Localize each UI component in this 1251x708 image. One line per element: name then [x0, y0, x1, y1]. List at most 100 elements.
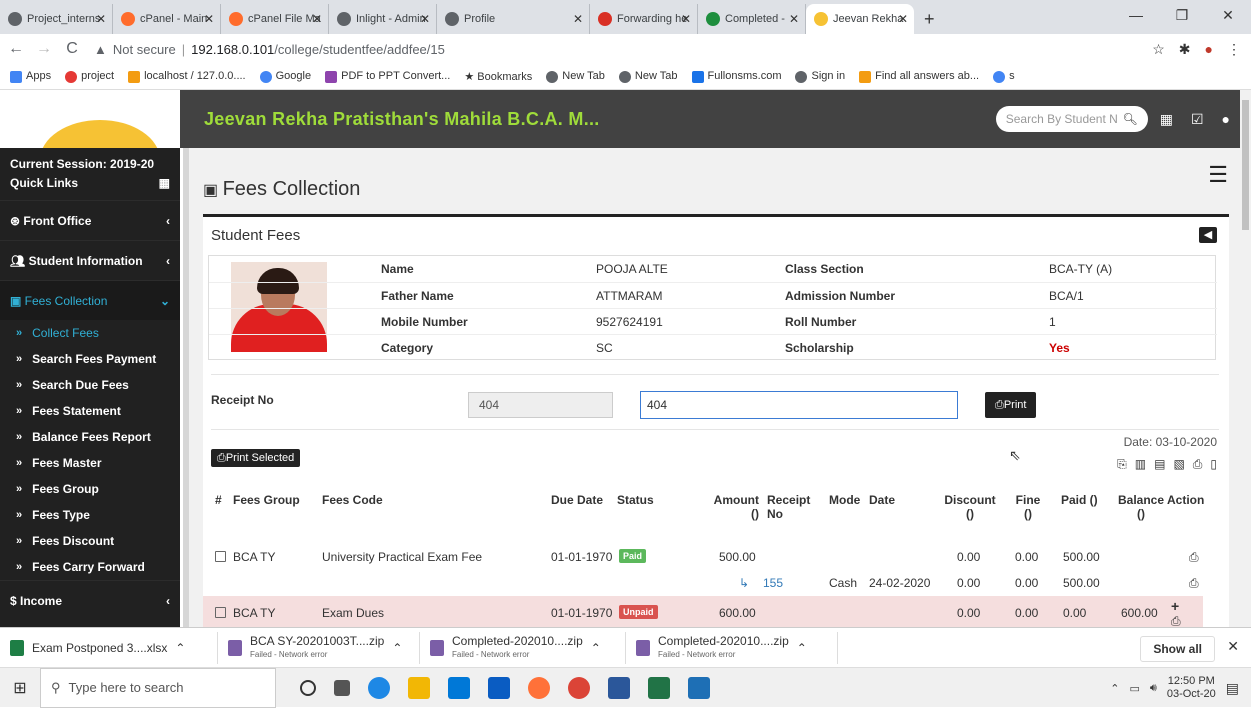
- menu-dots-icon[interactable]: ⋮: [1227, 41, 1241, 58]
- chevron-up-icon[interactable]: ⌃: [392, 641, 402, 655]
- bookmark-bookmarks[interactable]: ★ Bookmarks: [464, 70, 532, 83]
- csv-icon[interactable]: ▤: [1154, 457, 1165, 472]
- browser-tab[interactable]: cPanel - Main ✕: [113, 4, 221, 34]
- edge-icon[interactable]: [368, 676, 390, 699]
- browser-tab[interactable]: Completed - ✕: [698, 4, 806, 34]
- print-icon[interactable]: ⎙: [1171, 614, 1181, 627]
- url-field[interactable]: ▲ Not secure | 192.168.0.101 /college/st…: [94, 37, 1152, 61]
- page-scrollbar[interactable]: [1240, 90, 1251, 627]
- print-selected-button[interactable]: ⎙ Print Selected: [211, 449, 301, 467]
- bookmark-localhost[interactable]: localhost / 127.0.0....: [128, 70, 246, 83]
- browser-tab[interactable]: Project_interns ✕: [0, 4, 113, 34]
- row-checkbox[interactable]: [215, 551, 226, 562]
- star-icon[interactable]: ☆: [1152, 41, 1165, 58]
- chevron-up-icon[interactable]: ⌃: [175, 641, 185, 655]
- chevron-up-icon[interactable]: ⌃: [591, 641, 601, 655]
- sidebar-item-student-information[interactable]: 👥︎ Student Information ‹: [0, 240, 180, 280]
- forward-arrow-icon[interactable]: →: [32, 40, 56, 58]
- add-fee-icon[interactable]: +: [1171, 598, 1179, 614]
- notification-icon[interactable]: ▤: [1226, 680, 1239, 697]
- close-tab-icon[interactable]: ✕: [96, 12, 106, 26]
- bookmark-s[interactable]: s: [993, 70, 1015, 83]
- new-tab-button[interactable]: +: [914, 4, 945, 34]
- bookmark-fullonsms[interactable]: Fullonsms.com: [691, 70, 781, 83]
- excel-icon[interactable]: ▥: [1135, 457, 1146, 472]
- search-icon[interactable]: 🔍︎: [1123, 112, 1138, 126]
- receipt-no-input[interactable]: 404: [640, 391, 958, 419]
- chevron-up-icon[interactable]: ⌃: [1110, 682, 1119, 695]
- receipt-link[interactable]: 155: [763, 576, 783, 590]
- browser-tab[interactable]: Profile ✕: [437, 4, 590, 34]
- copy-icon[interactable]: ⎘: [1117, 457, 1127, 472]
- sidebar-item-front-office[interactable]: ⊛ Front Office ‹: [0, 200, 180, 240]
- task-check-icon[interactable]: ☑: [1191, 111, 1204, 128]
- print-icon[interactable]: ⎙: [1189, 550, 1199, 565]
- print-icon[interactable]: ⎙: [1189, 576, 1199, 591]
- back-arrow-icon[interactable]: ◀: [1199, 227, 1217, 243]
- firefox-icon[interactable]: [528, 676, 550, 699]
- columns-icon[interactable]: ▯: [1210, 457, 1217, 472]
- sidebar-sub-fees-discount[interactable]: » Fees Discount: [0, 528, 180, 554]
- file-explorer-icon[interactable]: [408, 676, 430, 699]
- windows-start-icon[interactable]: ⊞: [0, 678, 40, 698]
- network-icon[interactable]: ▭: [1130, 682, 1140, 695]
- user-avatar-icon[interactable]: ●: [1222, 111, 1230, 128]
- print-icon[interactable]: ⎙: [1193, 457, 1203, 472]
- sidebar-item-income[interactable]: $ Income ‹: [0, 580, 180, 620]
- back-arrow-icon[interactable]: ←: [4, 40, 28, 58]
- chrome-icon[interactable]: [568, 676, 590, 699]
- close-tab-icon[interactable]: ✕: [573, 12, 583, 26]
- bookmark-project[interactable]: project: [65, 70, 114, 83]
- reload-icon[interactable]: C: [60, 40, 84, 58]
- bookmark-google[interactable]: Google: [259, 70, 311, 83]
- profile-icon[interactable]: ●: [1205, 41, 1213, 58]
- scrollbar-thumb[interactable]: [1242, 100, 1249, 230]
- bookmark-pdf[interactable]: PDF to PPT Convert...: [325, 70, 450, 83]
- volume-icon[interactable]: 🔊︎: [1150, 682, 1157, 695]
- logo[interactable]: [0, 90, 180, 148]
- restore-icon[interactable]: ❐: [1159, 0, 1205, 30]
- bookmark-signin[interactable]: Sign in: [795, 70, 845, 83]
- sidebar-sub-search-due-fees[interactable]: » Search Due Fees: [0, 372, 180, 398]
- clock[interactable]: 12:50 PM 03-Oct-20: [1167, 675, 1216, 701]
- close-window-icon[interactable]: ✕: [1205, 0, 1251, 30]
- download-item[interactable]: BCA SY-20201003T....zip Failed - Network …: [218, 631, 420, 664]
- cortana-icon[interactable]: [300, 679, 316, 696]
- close-downloads-icon[interactable]: ✕: [1227, 638, 1239, 655]
- chevron-up-icon[interactable]: ⌃: [797, 641, 807, 655]
- close-tab-icon[interactable]: ✕: [420, 12, 430, 26]
- hamburger-menu-icon[interactable]: ☰: [1208, 162, 1228, 188]
- sidebar-sub-collect-fees[interactable]: » Collect Fees: [0, 320, 180, 346]
- browser-tab-active[interactable]: Jeevan Rekha ✕: [806, 4, 914, 34]
- sidebar-item-fees-collection[interactable]: ▣ Fees Collection ⌄: [0, 280, 180, 320]
- browser-tab[interactable]: Forwarding he ✕: [590, 4, 698, 34]
- photos-icon[interactable]: [688, 676, 710, 699]
- extensions-icon[interactable]: ✱: [1179, 41, 1191, 58]
- download-item[interactable]: Exam Postponed 3....xlsx ⌃: [0, 631, 218, 664]
- bookmark-apps[interactable]: Apps: [10, 70, 51, 83]
- word-icon[interactable]: [608, 676, 630, 699]
- calendar-icon[interactable]: ▦: [1160, 111, 1173, 128]
- close-tab-icon[interactable]: ✕: [204, 12, 214, 26]
- row-checkbox[interactable]: [215, 607, 226, 618]
- student-search-input[interactable]: Search By Student Name 🔍︎: [995, 106, 1148, 132]
- bookmark-newtab[interactable]: New Tab: [618, 70, 678, 83]
- quick-links[interactable]: Quick Links ▦: [0, 176, 180, 200]
- browser-tab[interactable]: cPanel File Ma ✕: [221, 4, 329, 34]
- store-icon[interactable]: [448, 676, 470, 699]
- sidebar-sub-fees-master[interactable]: » Fees Master: [0, 450, 180, 476]
- sidebar-sub-fees-group[interactable]: » Fees Group: [0, 476, 180, 502]
- close-tab-icon[interactable]: ✕: [312, 12, 322, 26]
- mail-icon[interactable]: [488, 676, 510, 699]
- pdf-icon[interactable]: ▧: [1173, 457, 1184, 472]
- close-tab-icon[interactable]: ✕: [898, 12, 908, 26]
- bookmark-answers[interactable]: Find all answers ab...: [859, 70, 979, 83]
- download-item[interactable]: Completed-202010....zip Failed - Network …: [626, 631, 838, 664]
- sidebar-sub-search-fees-payment[interactable]: » Search Fees Payment: [0, 346, 180, 372]
- minimize-icon[interactable]: —: [1113, 0, 1159, 30]
- site-title[interactable]: Jeevan Rekha Pratisthan's Mahila B.C.A. …: [204, 109, 996, 130]
- sidebar-sub-balance-fees-report[interactable]: » Balance Fees Report: [0, 424, 180, 450]
- show-all-button[interactable]: Show all: [1140, 636, 1215, 662]
- taskbar-search[interactable]: ⚲ Type here to search: [40, 667, 276, 708]
- browser-tab[interactable]: Inlight - Admin ✕: [329, 4, 437, 34]
